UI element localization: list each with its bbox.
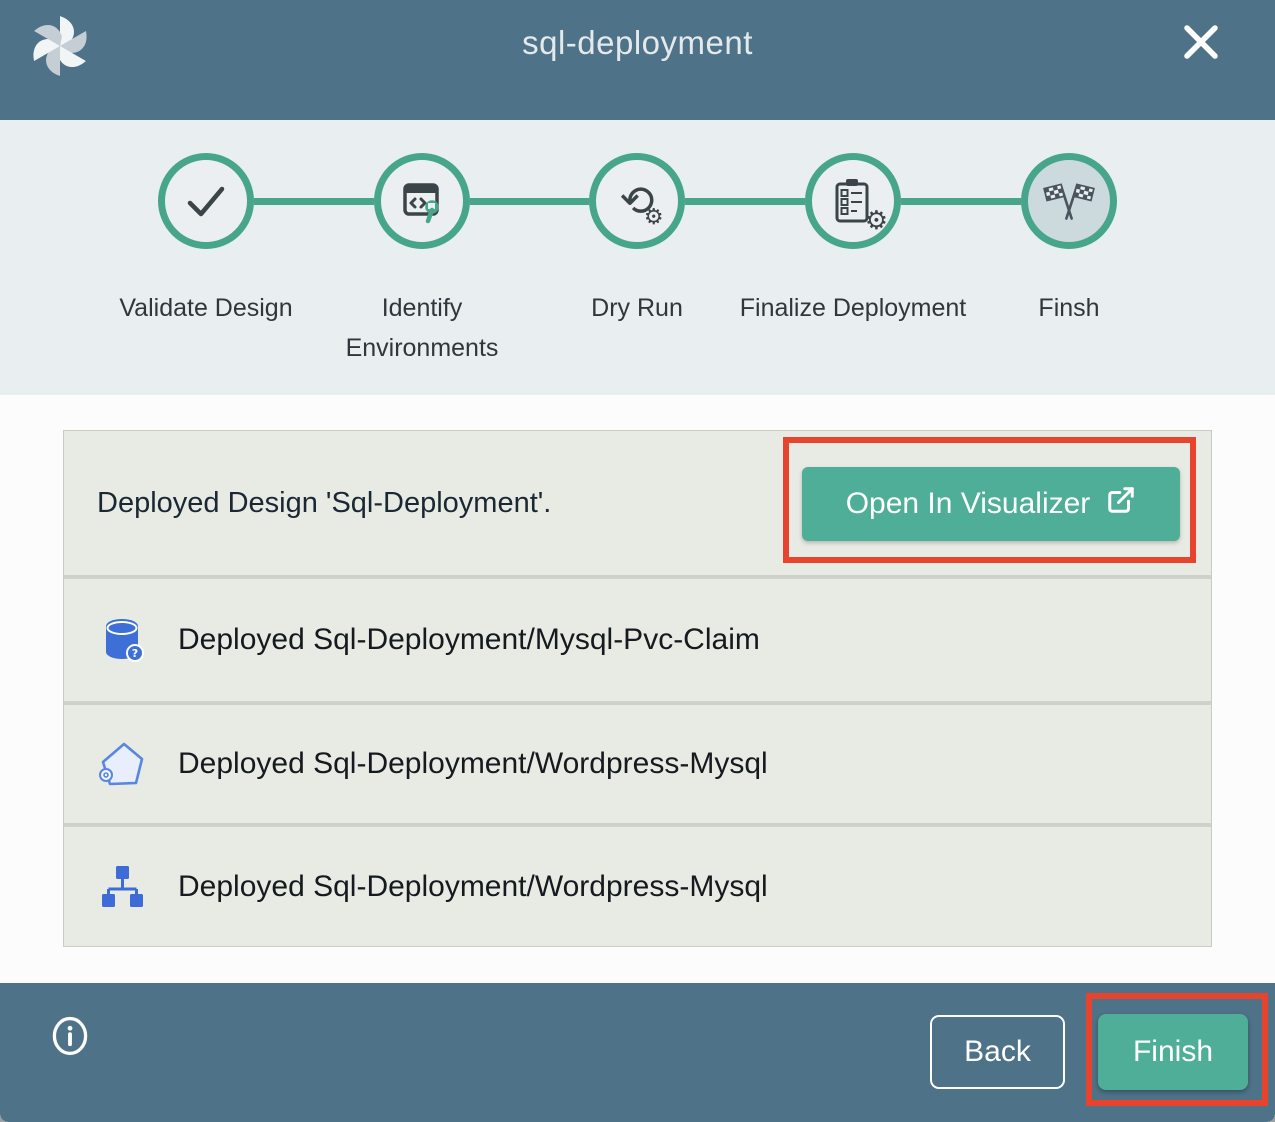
result-row: Deployed Sql-Deployment/Wordpress-Mysql [64,827,1211,946]
step-label-dry-run: Dry Run [517,288,757,328]
hierarchy-icon [98,863,146,911]
stepper-connector [685,198,805,205]
result-text: Deployed Sql-Deployment/Wordpress-Mysql [178,747,768,781]
design-deployed-row: Deployed Design 'Sql-Deployment'. Open I… [64,431,1211,575]
step-dry-run[interactable]: ⟲ ⚙ [589,153,685,249]
code-window-wrench-icon [398,177,446,225]
step-identify-environments[interactable] [374,153,470,249]
gear-icon: ⚙ [644,207,664,229]
open-in-visualizer-button[interactable]: Open In Visualizer [802,467,1180,541]
finish-button[interactable]: Finish [1098,1014,1248,1090]
open-in-visualizer-label: Open In Visualizer [846,487,1091,521]
deployment-wizard-modal: sql-deployment [0,0,1275,1122]
step-finsh[interactable] [1021,153,1117,249]
modal-header: sql-deployment [0,0,1275,120]
pentagon-icon [98,740,146,788]
checkered-flags-icon [1041,173,1097,229]
stepper: ⟲ ⚙ ⚙ [0,120,1275,395]
clipboard-gear-icon: ⚙ [829,177,877,225]
stepper-connector [470,198,589,205]
result-text: Deployed Sql-Deployment/Mysql-Pvc-Claim [178,623,760,657]
result-text: Deployed Sql-Deployment/Wordpress-Mysql [178,870,768,904]
stepper-connector [901,198,1021,205]
meshery-logo-icon [27,13,93,79]
step-validate-design[interactable] [158,153,254,249]
close-icon[interactable] [1177,18,1225,66]
history-gear-icon: ⟲ ⚙ [619,180,654,222]
step-label-validate-design: Validate Design [86,288,326,328]
stepper-connector [254,198,374,205]
external-link-icon [1106,485,1136,523]
svg-text:?: ? [132,647,138,660]
deployment-results-list: Deployed Design 'Sql-Deployment'. Open I… [63,430,1212,947]
step-label-finalize-deployment: Finalize Deployment [733,288,973,328]
info-icon[interactable] [48,1014,92,1058]
check-icon [182,177,230,225]
step-finalize-deployment[interactable]: ⚙ [805,153,901,249]
database-icon: ? [98,616,146,664]
result-row: Deployed Sql-Deployment/Wordpress-Mysql [64,705,1211,823]
design-deployed-message: Deployed Design 'Sql-Deployment'. [97,487,551,520]
modal-title: sql-deployment [0,0,1275,86]
step-label-identify-environments: Identify Environments [302,288,542,368]
back-button[interactable]: Back [930,1015,1065,1089]
gear-icon: ⚙ [865,208,888,234]
result-row: ? Deployed Sql-Deployment/Mysql-Pvc-Clai… [64,579,1211,701]
step-label-finsh: Finsh [949,288,1189,328]
modal-footer: Back Finish [0,983,1275,1122]
